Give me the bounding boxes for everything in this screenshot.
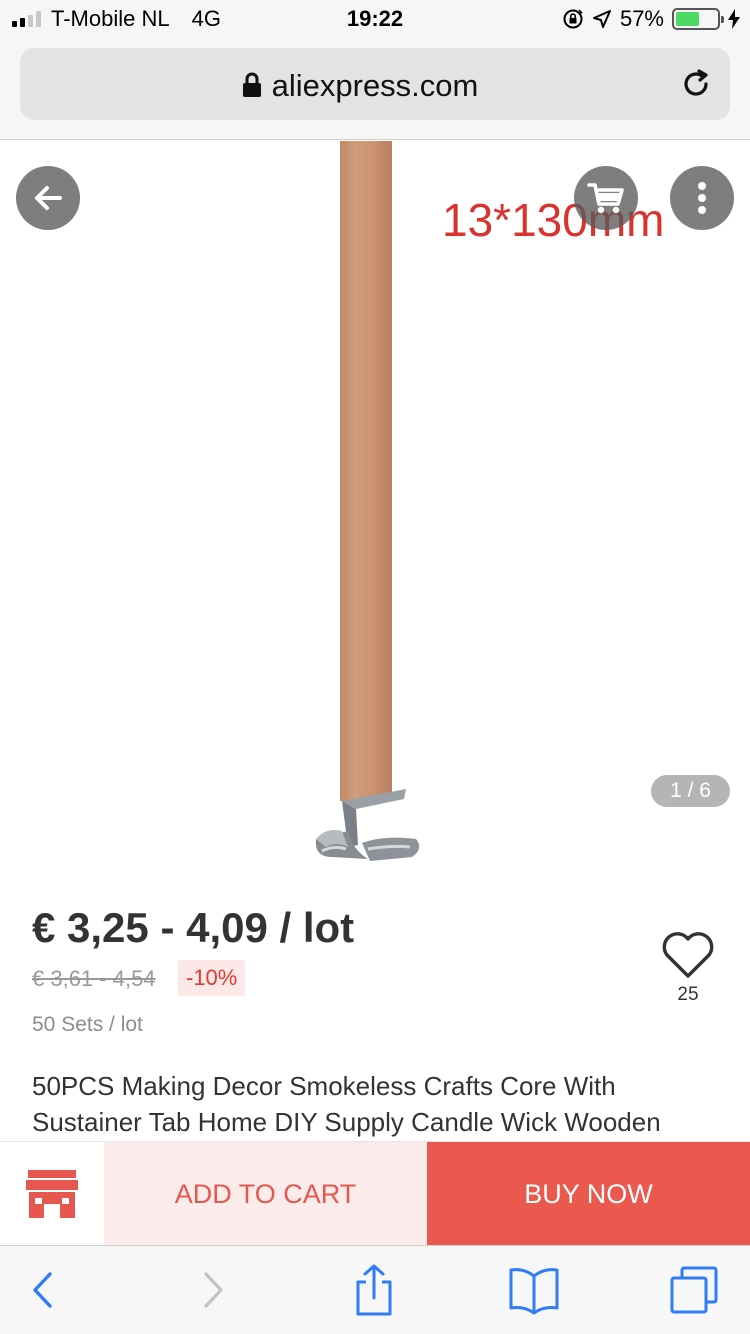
battery-icon (672, 8, 724, 30)
arrow-left-icon (35, 186, 62, 210)
wick-clip-image (315, 789, 420, 861)
discount-badge: -10% (178, 960, 246, 996)
bookmarks-icon[interactable] (508, 1264, 560, 1316)
battery-percent: 57% (619, 6, 664, 31)
image-page-counter: 1 / 6 (651, 775, 730, 807)
vertical-dots-icon (698, 182, 706, 214)
status-bar: T-Mobile NL 4G 19:22 57% (0, 0, 750, 40)
product-price: € 3,25 - 4,09 / lot (32, 904, 355, 951)
back-button[interactable] (16, 166, 80, 230)
product-image-gallery[interactable]: 13*130mm 1 / 6 (0, 141, 750, 871)
store-icon (26, 1170, 78, 1218)
browser-toolbar (0, 1245, 750, 1334)
buy-now-button[interactable]: BUY NOW (427, 1142, 750, 1246)
cart-button[interactable] (574, 166, 638, 230)
browser-header: aliexpress.com (0, 40, 750, 140)
chevron-left-icon[interactable] (18, 1264, 70, 1316)
more-options-button[interactable] (670, 166, 734, 230)
purchase-action-bar: ADD TO CART BUY NOW (0, 1141, 750, 1246)
add-to-cart-button[interactable]: ADD TO CART (104, 1142, 427, 1246)
url-text[interactable]: aliexpress.com (20, 68, 730, 104)
charging-bolt-icon (728, 9, 740, 29)
store-button[interactable] (0, 1142, 104, 1246)
original-price: € 3,61 - 4,54 (32, 966, 156, 991)
product-title: 50PCS Making Decor Smokeless Crafts Core… (32, 1071, 661, 1137)
status-right: 57% (562, 6, 740, 32)
orientation-lock-icon (563, 9, 583, 29)
wooden-wick-image (340, 141, 392, 801)
heart-icon (662, 932, 714, 978)
address-bar[interactable]: aliexpress.com (20, 48, 730, 120)
share-icon[interactable] (348, 1264, 400, 1316)
reload-icon[interactable] (678, 66, 714, 102)
wishlist-button[interactable]: 25 (660, 930, 716, 1006)
location-arrow-icon (592, 10, 611, 28)
wishlist-count: 25 (677, 984, 699, 1005)
chevron-right-icon[interactable] (186, 1264, 238, 1316)
lot-size: 50 Sets / lot (32, 1013, 143, 1036)
battery-fill (676, 12, 699, 26)
tabs-icon[interactable] (668, 1264, 720, 1316)
shopping-cart-icon (587, 183, 624, 214)
